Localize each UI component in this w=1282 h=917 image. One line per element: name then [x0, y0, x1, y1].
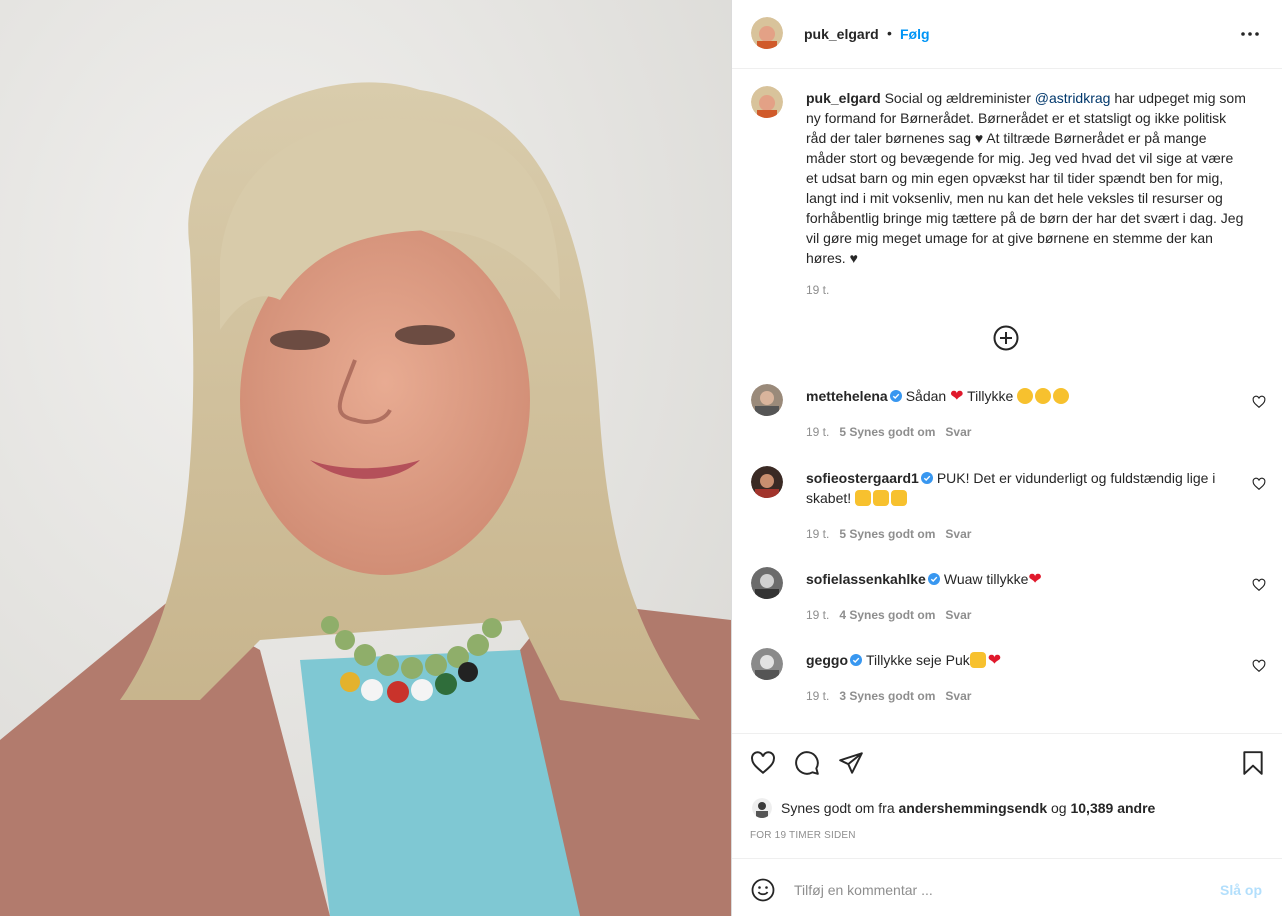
- comment-bubble-icon[interactable]: [794, 750, 820, 776]
- comment-meta: 19 t. 5 Synes godt om Svar: [806, 425, 971, 439]
- post-caption: puk_elgard Social og ældreminister @astr…: [806, 88, 1246, 268]
- emoji-smiley-icon[interactable]: [751, 878, 775, 902]
- load-more-comments-icon[interactable]: [993, 325, 1019, 351]
- comment-body: sofielassenkahlke Wuaw tillykke❤: [806, 569, 1236, 589]
- commenter-username[interactable]: mettehelena: [806, 388, 888, 404]
- post-photo: [0, 0, 731, 916]
- like-comment-heart-icon[interactable]: [1252, 477, 1266, 491]
- comment-body: mettehelena Sådan ❤ Tillykke: [806, 386, 1236, 406]
- caption-timestamp[interactable]: 19 t.: [806, 283, 829, 297]
- post-actions: Synes godt om fra andershemmingsendk og …: [732, 733, 1282, 859]
- comment-body: geggo Tillykke seje Puk ❤: [806, 650, 1236, 670]
- comment-input[interactable]: [792, 877, 1196, 903]
- reply-button[interactable]: Svar: [945, 608, 971, 622]
- caption-text-after: har udpeget mig som ny formand for Børne…: [806, 90, 1246, 266]
- likes-prefix: Synes godt om fra: [781, 800, 895, 816]
- heart-eyes-emoji-icon: [1053, 388, 1070, 404]
- post-age[interactable]: FOR 19 TIMER SIDEN: [750, 830, 856, 841]
- caption-mention-link[interactable]: @astridkrag: [1035, 90, 1111, 106]
- author-avatar[interactable]: [751, 17, 783, 49]
- verified-badge-icon: [920, 469, 933, 484]
- verified-badge-icon: [850, 651, 862, 666]
- raising-hands-emoji-icon: [969, 652, 986, 668]
- raising-hands-emoji-icon: [873, 490, 890, 506]
- commenter-avatar[interactable]: [751, 384, 783, 416]
- comment-time[interactable]: 19 t.: [806, 527, 829, 541]
- heart-eyes-emoji-icon: [1035, 388, 1052, 404]
- like-heart-icon[interactable]: [750, 750, 776, 776]
- heart-eyes-emoji-icon: [1017, 388, 1034, 404]
- comment-body: sofieostergaard1 PUK! Det er vidunderligt…: [806, 468, 1236, 508]
- likes-summary: Synes godt om fra andershemmingsendk og …: [781, 800, 1155, 816]
- commenter-username[interactable]: geggo: [806, 652, 848, 668]
- comment-likes-count[interactable]: 5 Synes godt om: [839, 425, 935, 439]
- like-comment-heart-icon[interactable]: [1252, 395, 1266, 409]
- red-heart-emoji-icon: ❤: [987, 652, 1002, 669]
- commenter-avatar[interactable]: [751, 567, 783, 599]
- comment-text: Sådan: [905, 388, 947, 404]
- reply-button[interactable]: Svar: [945, 425, 971, 439]
- commenter-avatar[interactable]: [751, 648, 783, 680]
- caption-username[interactable]: puk_elgard: [806, 90, 881, 106]
- liker-avatar[interactable]: [752, 798, 772, 818]
- caption-text-before: Social og ældreminister: [884, 90, 1035, 106]
- commenter-avatar[interactable]: [751, 466, 783, 498]
- comment-time[interactable]: 19 t.: [806, 425, 829, 439]
- reply-button[interactable]: Svar: [945, 527, 971, 541]
- comment-time[interactable]: 19 t.: [806, 608, 829, 622]
- comment-text: Tillykke seje Puk: [866, 652, 970, 668]
- comment-meta: 19 t. 5 Synes godt om Svar: [806, 527, 971, 541]
- red-heart-emoji-icon: ❤: [950, 388, 964, 405]
- comment-likes-count[interactable]: 5 Synes godt om: [839, 527, 935, 541]
- like-comment-heart-icon[interactable]: [1252, 578, 1266, 592]
- post-comment-button[interactable]: Slå op: [1220, 882, 1262, 898]
- likes-count-link[interactable]: 10,389 andre: [1070, 800, 1155, 816]
- verified-badge-icon: [927, 570, 940, 585]
- comment-time[interactable]: 19 t.: [806, 689, 829, 703]
- commenter-username[interactable]: sofielassenkahlke: [806, 571, 926, 587]
- raising-hands-emoji-icon: [891, 490, 908, 506]
- comment-likes-count[interactable]: 4 Synes godt om: [839, 608, 935, 622]
- commenter-username[interactable]: sofieostergaard1: [806, 470, 919, 486]
- verified-badge-icon: [889, 387, 902, 402]
- raising-hands-emoji-icon: [855, 490, 872, 506]
- comment-meta: 19 t. 4 Synes godt om Svar: [806, 608, 971, 622]
- post-header: puk_elgard • Følg: [732, 0, 1282, 69]
- caption-author-avatar[interactable]: [751, 86, 783, 118]
- comment-composer: Slå op: [732, 858, 1282, 917]
- red-heart-emoji-icon: ❤: [1028, 571, 1042, 588]
- comment-text-2: Tillykke: [967, 388, 1014, 404]
- separator-dot: •: [887, 25, 892, 41]
- reply-button[interactable]: Svar: [945, 689, 971, 703]
- like-comment-heart-icon[interactable]: [1252, 659, 1266, 673]
- likes-user-link[interactable]: andershemmingsendk: [899, 800, 1048, 816]
- follow-button[interactable]: Følg: [900, 26, 930, 42]
- author-username[interactable]: puk_elgard: [804, 26, 879, 42]
- comment-likes-count[interactable]: 3 Synes godt om: [839, 689, 935, 703]
- post-panel: puk_elgard • Følg puk_elgard Social og æ…: [731, 0, 1282, 916]
- share-paper-plane-icon[interactable]: [838, 750, 864, 776]
- more-options-icon[interactable]: [1240, 24, 1260, 44]
- likes-and: og: [1051, 800, 1067, 816]
- comment-text: Wuaw tillykke: [943, 571, 1029, 587]
- save-bookmark-icon[interactable]: [1240, 750, 1266, 776]
- comment-meta: 19 t. 3 Synes godt om Svar: [806, 689, 971, 703]
